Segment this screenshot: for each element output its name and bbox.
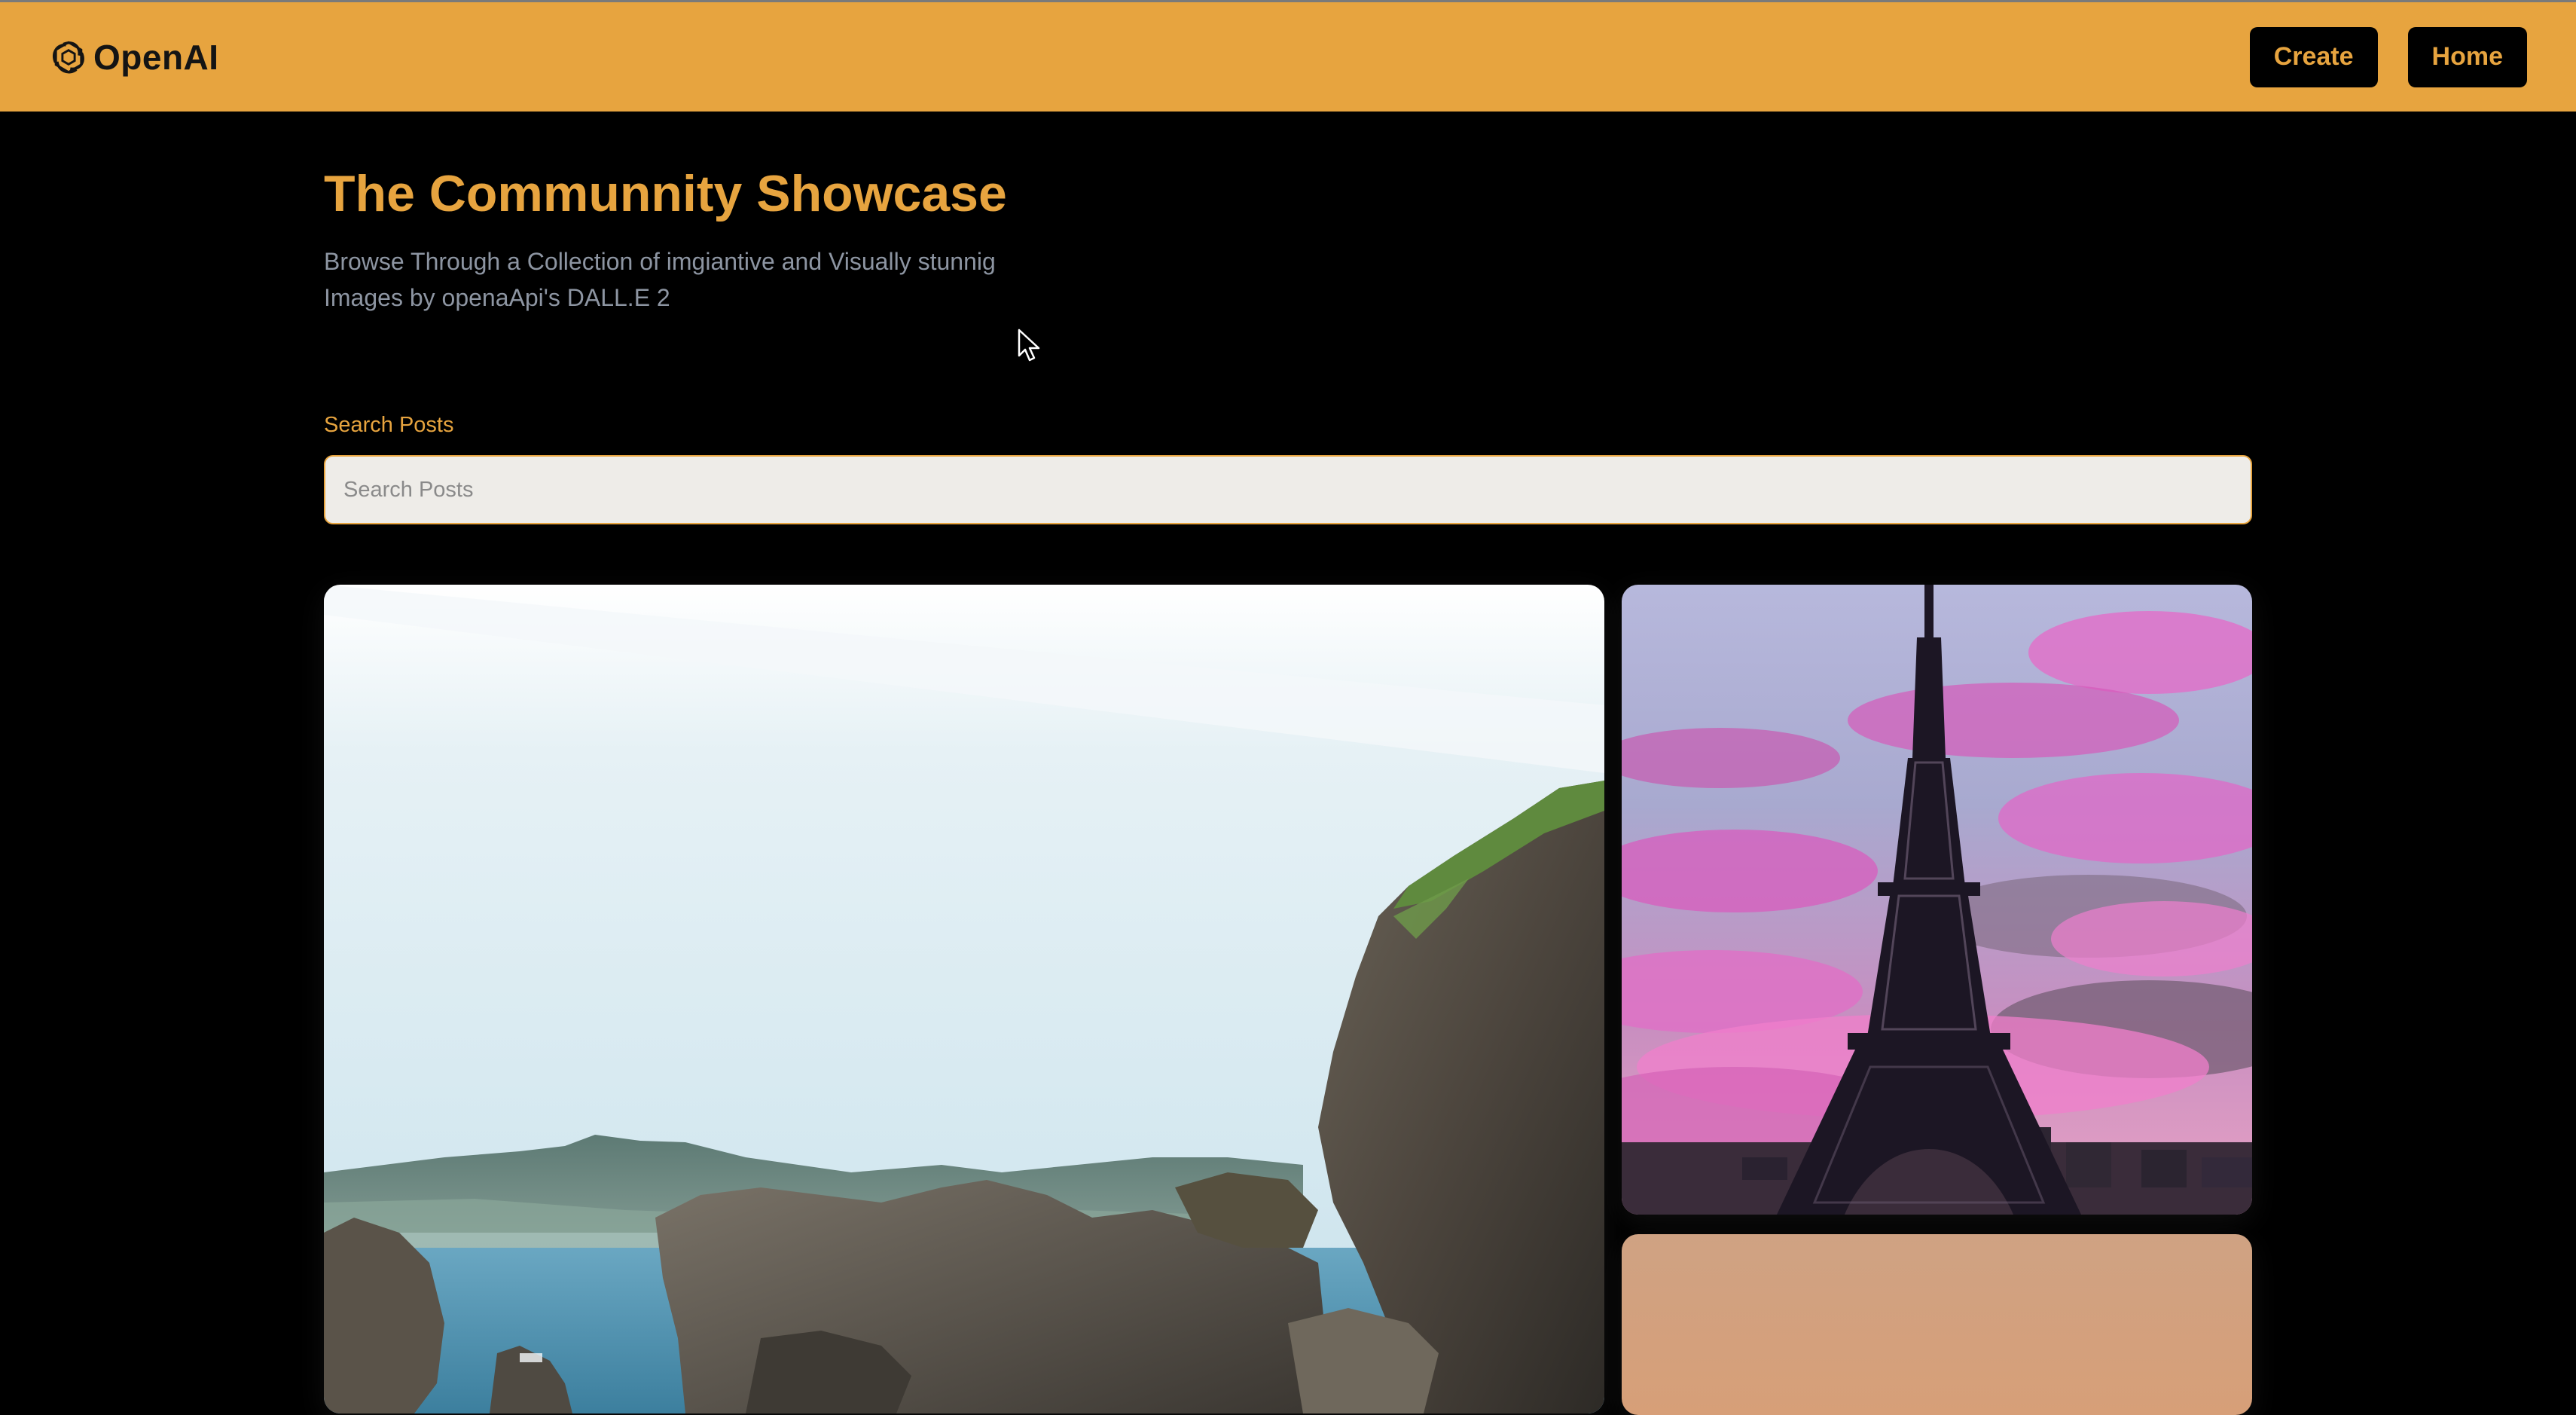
- sunset-image[interactable]: [1622, 1234, 2252, 1415]
- search-input[interactable]: [324, 455, 2252, 524]
- page-subtitle: Browse Through a Collection of imgiantiv…: [324, 247, 996, 311]
- main-content: The Communnity Showcase Browse Through a…: [324, 112, 2252, 524]
- search-label: Search Posts: [324, 413, 454, 437]
- top-navbar: OpenAI Create Home: [0, 0, 2576, 112]
- openai-logo-icon: [47, 35, 90, 79]
- page-title: The Communnity Showcase: [324, 165, 1007, 222]
- mouse-cursor-icon: [1018, 329, 1040, 362]
- coastal-rocks-image[interactable]: [324, 585, 1604, 1413]
- top-nav: Create Home: [2249, 26, 2527, 87]
- brand-name: OpenAI: [93, 37, 219, 77]
- eiffel-tower-image[interactable]: [1622, 585, 2252, 1215]
- home-button[interactable]: Home: [2407, 26, 2527, 87]
- create-button[interactable]: Create: [2249, 26, 2378, 87]
- brand-logo-link[interactable]: OpenAI: [47, 35, 219, 79]
